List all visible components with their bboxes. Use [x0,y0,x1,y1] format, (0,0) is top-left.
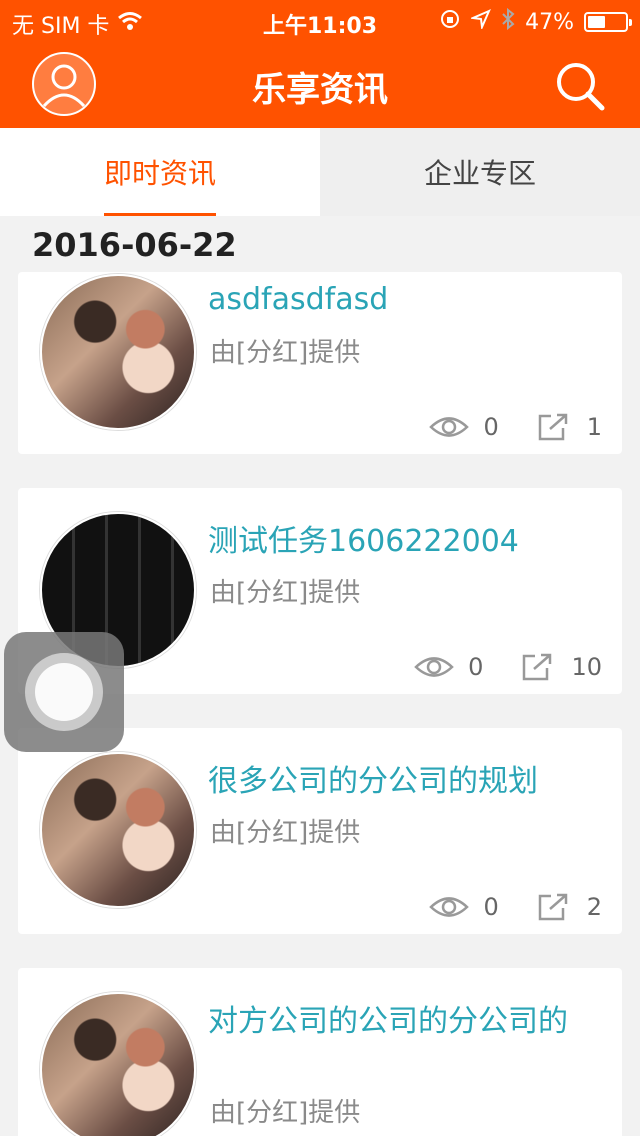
assistive-touch-core [35,663,93,721]
news-stats: 0 1 [429,412,602,442]
battery-icon [584,12,632,32]
news-title: asdfasdfasd [208,282,389,317]
assistive-touch-icon [25,653,103,731]
news-title: 很多公司的分公司的规划 [208,764,538,799]
tab-enterprise-zone[interactable]: 企业专区 [320,128,640,216]
news-thumbnail [40,274,196,430]
view-count: 0 [468,653,484,681]
tab-bar: 即时资讯 企业专区 [0,128,640,216]
news-source: 由[分红]提供 [210,338,361,368]
news-title: 对方公司的公司的分公司的 [208,1004,568,1039]
news-stats: 0 2 [429,892,602,922]
eye-icon [414,652,454,682]
battery-percent: 47% [525,9,574,35]
page-title: 乐享资讯 [252,70,388,110]
view-count: 0 [483,413,499,441]
news-title: 测试任务1606222004 [208,524,519,559]
bluetooth-icon [501,7,515,36]
status-right: 47% [439,7,632,36]
eye-icon [429,892,470,922]
share-icon[interactable] [517,652,557,682]
date-header: 2016-06-22 [32,226,237,264]
share-icon[interactable] [533,412,573,442]
battery-level [588,16,605,28]
rotation-lock-icon [439,8,461,36]
news-thumbnail [40,992,196,1136]
share-count: 1 [586,413,602,441]
share-icon[interactable] [533,892,573,922]
search-button[interactable] [552,58,608,114]
status-bar: 无 SIM 卡 上午11:03 47% [0,0,640,40]
news-stats: 0 10 [414,652,602,682]
tab-label: 企业专区 [423,157,536,190]
search-icon [557,63,605,111]
news-thumbnail [40,752,196,908]
assistive-touch-button[interactable] [4,632,124,752]
tab-label: 即时资讯 [103,157,216,190]
news-source: 由[分红]提供 [210,818,361,848]
news-source: 由[分红]提供 [210,1098,361,1128]
news-card[interactable]: 对方公司的公司的分公司的 由[分红]提供 [18,968,622,1136]
tab-realtime-news[interactable]: 即时资讯 [0,128,320,216]
active-tab-indicator [104,213,216,216]
eye-icon [429,412,470,442]
news-source: 由[分红]提供 [210,578,361,608]
news-card[interactable]: asdfasdfasd 由[分红]提供 0 1 [18,272,622,454]
location-icon [469,9,492,35]
app-header: 无 SIM 卡 上午11:03 47% 乐享资讯 [0,0,640,128]
share-count: 2 [586,893,602,921]
view-count: 0 [483,893,499,921]
share-count: 10 [571,653,602,681]
news-card[interactable]: 很多公司的分公司的规划 由[分红]提供 0 2 [18,728,622,934]
